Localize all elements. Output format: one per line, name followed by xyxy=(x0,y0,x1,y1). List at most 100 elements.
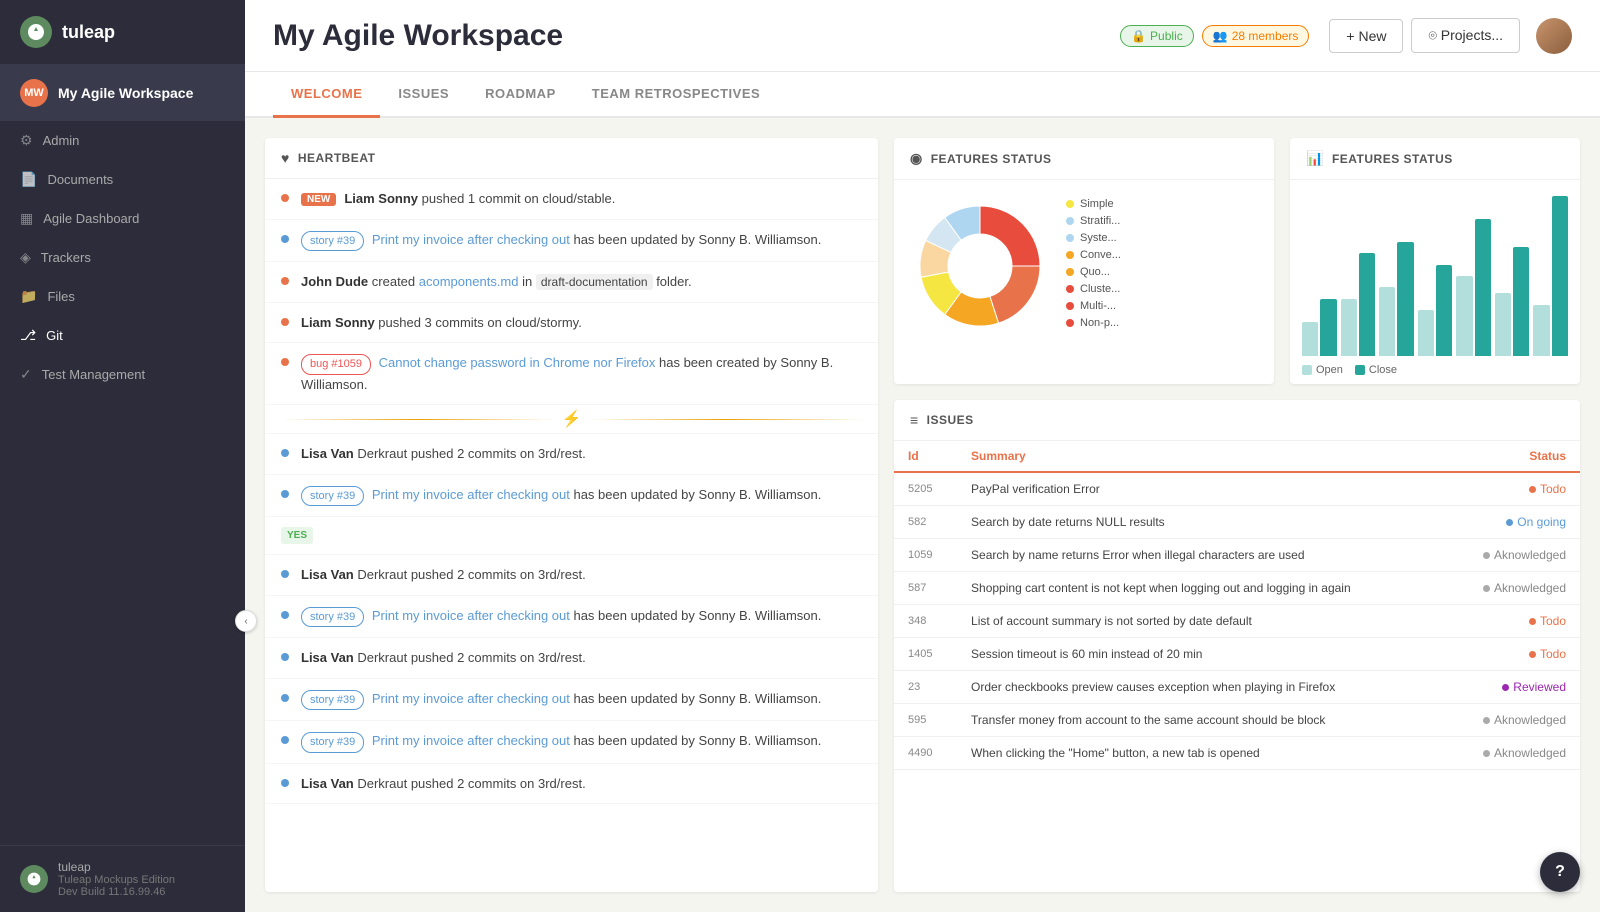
heartbeat-header: ♥ HEARTBEAT xyxy=(265,138,878,179)
workspace-icon: MW xyxy=(20,79,48,107)
logo-area: tuleap xyxy=(0,0,245,65)
heartbeat-dot xyxy=(281,570,289,578)
heartbeat-item-text: story #39 Print my invoice after checkin… xyxy=(301,485,821,507)
heartbeat-item: John Dude created acomponents.md in draf… xyxy=(265,262,878,303)
sidebar-item-documents[interactable]: 📄 Documents xyxy=(0,160,245,199)
heartbeat-dot xyxy=(281,694,289,702)
heartbeat-dot xyxy=(281,277,289,285)
footer-text: tuleap Tuleap Mockups Edition Dev Build … xyxy=(58,860,175,898)
heartbeat-item-text: Lisa Van Derkraut pushed 2 commits on 3r… xyxy=(301,565,586,585)
sidebar-item-label: Files xyxy=(47,289,74,304)
main-content: My Agile Workspace 🔒 Public 👥 28 members… xyxy=(245,0,1600,912)
donut-body: SimpleStratifi...Syste...Conve...Quo...C… xyxy=(894,180,1274,352)
sidebar-item-files[interactable]: 📁 Files xyxy=(0,277,245,316)
table-row[interactable]: 595 Transfer money from account to the s… xyxy=(894,704,1580,737)
trackers-icon: ◈ xyxy=(20,249,31,266)
bar-legend-open: Open xyxy=(1302,364,1343,376)
bar-open xyxy=(1379,287,1395,356)
story-badge[interactable]: story #39 xyxy=(301,607,364,628)
story-badge[interactable]: story #39 xyxy=(301,231,364,252)
table-row[interactable]: 4490 When clicking the "Home" button, a … xyxy=(894,737,1580,770)
tab-issues[interactable]: ISSUES xyxy=(380,72,467,118)
legend-item: Multi-... xyxy=(1066,300,1121,312)
issues-card: ≡ ISSUES Id Summary Status 5205 PayPal v… xyxy=(894,400,1580,892)
table-row[interactable]: 1059 Search by name returns Error when i… xyxy=(894,539,1580,572)
status-dot xyxy=(1506,519,1513,526)
story-badge[interactable]: story #39 xyxy=(301,690,364,711)
table-row[interactable]: 5205 PayPal verification Error Todo xyxy=(894,472,1580,506)
workspace-item[interactable]: MW My Agile Workspace xyxy=(0,65,245,121)
story-badge[interactable]: story #39 xyxy=(301,486,364,507)
legend-label: Conve... xyxy=(1080,249,1121,261)
new-button[interactable]: + New xyxy=(1329,19,1403,53)
sidebar-item-trackers[interactable]: ◈ Trackers xyxy=(0,238,245,277)
legend-label: Non-p... xyxy=(1080,317,1119,329)
heartbeat-dot xyxy=(281,194,289,202)
heartbeat-dot xyxy=(281,653,289,661)
bar-chart xyxy=(1302,196,1568,356)
help-button[interactable]: ? xyxy=(1540,852,1580,892)
table-row[interactable]: 1405 Session timeout is 60 min instead o… xyxy=(894,638,1580,671)
user-avatar[interactable] xyxy=(1536,18,1572,54)
table-row[interactable]: 348 List of account summary is not sorte… xyxy=(894,605,1580,638)
heartbeat-item: bug #1059 Cannot change password in Chro… xyxy=(265,343,878,405)
tab-roadmap[interactable]: ROADMAP xyxy=(467,72,574,118)
issues-table: Id Summary Status 5205 PayPal verificati… xyxy=(894,441,1580,770)
heartbeat-item: story #39 Print my invoice after checkin… xyxy=(265,721,878,764)
tuleap-logo-icon xyxy=(20,16,52,48)
workspace-name: My Agile Workspace xyxy=(58,85,193,101)
heartbeat-item: Lisa Van Derkraut pushed 2 commits on 3r… xyxy=(265,434,878,475)
legend-dot xyxy=(1066,234,1074,242)
footer-logo-icon xyxy=(20,865,48,893)
heartbeat-dot xyxy=(281,235,289,243)
sidebar-item-admin[interactable]: ⚙ Admin xyxy=(0,121,245,160)
donut-chart xyxy=(910,196,1050,336)
sidebar-item-label: Git xyxy=(46,328,63,343)
status-dot xyxy=(1529,651,1536,658)
table-row[interactable]: 582 Search by date returns NULL results … xyxy=(894,506,1580,539)
story-badge[interactable]: story #39 xyxy=(301,732,364,753)
projects-button[interactable]: ⌾ Projects... xyxy=(1411,18,1520,53)
issue-status: Todo xyxy=(1447,605,1580,638)
legend-label: Simple xyxy=(1080,198,1114,210)
tab-retrospectives[interactable]: TEAM RETROSPECTIVES xyxy=(574,72,778,118)
heartbeat-dot xyxy=(281,318,289,326)
heartbeat-item: story #39 Print my invoice after checkin… xyxy=(265,475,878,518)
bar-close xyxy=(1436,265,1452,356)
heartbeat-item: Lisa Van Derkraut pushed 2 commits on 3r… xyxy=(265,555,878,596)
sidebar-item-git[interactable]: ⎇ Git xyxy=(0,316,245,355)
heartbeat-item: story #39 Print my invoice after checkin… xyxy=(265,596,878,639)
legend-label: Syste... xyxy=(1080,232,1117,244)
heartbeat-dot xyxy=(281,779,289,787)
admin-icon: ⚙ xyxy=(20,132,33,149)
legend-item: Syste... xyxy=(1066,232,1121,244)
sidebar-item-test[interactable]: ✓ Test Management xyxy=(0,355,245,394)
heartbeat-icon: ♥ xyxy=(281,150,290,166)
bar-open xyxy=(1418,310,1434,356)
sidebar-item-label: Test Management xyxy=(42,367,145,382)
issues-title: ISSUES xyxy=(927,413,974,427)
page-header: My Agile Workspace 🔒 Public 👥 28 members… xyxy=(245,0,1600,72)
status-dot xyxy=(1483,585,1490,592)
issue-id: 582 xyxy=(894,506,957,539)
tab-bar: WELCOME ISSUES ROADMAP TEAM RETROSPECTIV… xyxy=(245,72,1600,118)
issue-status: Todo xyxy=(1447,638,1580,671)
sidebar-collapse-button[interactable]: ‹ xyxy=(235,610,257,632)
page-title: My Agile Workspace xyxy=(273,19,1106,53)
bug-badge[interactable]: bug #1059 xyxy=(301,354,371,375)
agile-icon: ▦ xyxy=(20,210,33,227)
legend-label: Cluste... xyxy=(1080,283,1120,295)
heartbeat-dot xyxy=(281,449,289,457)
issue-id: 4490 xyxy=(894,737,957,770)
sidebar-item-agile[interactable]: ▦ Agile Dashboard xyxy=(0,199,245,238)
issues-header: ≡ ISSUES xyxy=(894,400,1580,441)
bar-open xyxy=(1495,293,1511,356)
tab-welcome[interactable]: WELCOME xyxy=(273,72,380,118)
table-row[interactable]: 23 Order checkbooks preview causes excep… xyxy=(894,671,1580,704)
issue-summary: When clicking the "Home" button, a new t… xyxy=(957,737,1447,770)
table-row[interactable]: 587 Shopping cart content is not kept wh… xyxy=(894,572,1580,605)
legend-dot xyxy=(1066,268,1074,276)
bar-legend-close: Close xyxy=(1355,364,1397,376)
issue-summary: PayPal verification Error xyxy=(957,472,1447,506)
legend-item: Quo... xyxy=(1066,266,1121,278)
